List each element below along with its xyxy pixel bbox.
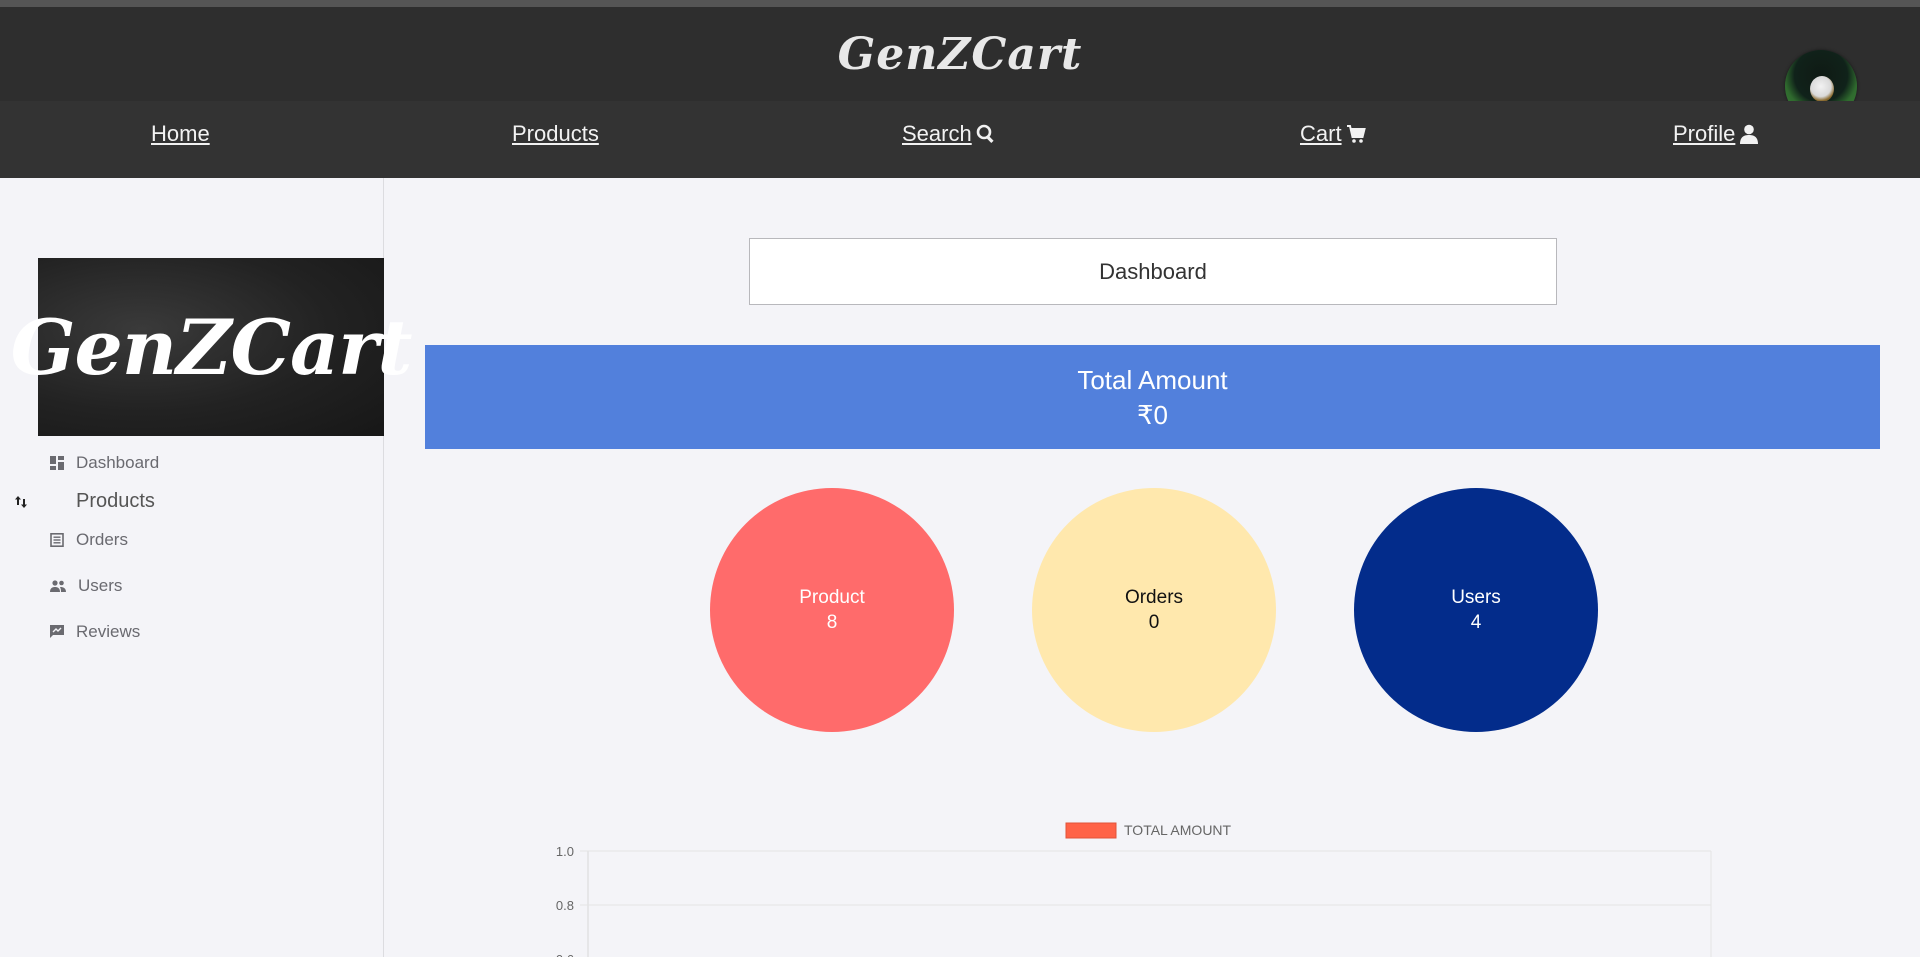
sort-arrows-icon — [15, 495, 27, 508]
stat-circle-orders[interactable]: Orders 0 — [1032, 488, 1276, 732]
orders-icon — [50, 533, 64, 547]
nav-home[interactable]: Home — [151, 121, 210, 147]
legend-swatch[interactable] — [1065, 822, 1117, 839]
avatar-image — [1810, 76, 1834, 102]
nav-home-label: Home — [151, 121, 210, 146]
stat-value: 4 — [1470, 612, 1482, 633]
nav-products[interactable]: Products — [512, 121, 599, 147]
sidebar-item-products[interactable]: Products — [14, 490, 155, 513]
total-amount-label: Total Amount — [1077, 365, 1228, 395]
legend-label[interactable]: TOTAL AMOUNT — [1124, 822, 1232, 838]
nav-cart-label: Cart — [1300, 121, 1342, 146]
cart-icon — [1346, 125, 1366, 143]
total-amount-card: Total Amount ₹0 — [425, 345, 1880, 449]
sidebar-logo-text: GenZCart — [10, 302, 413, 392]
site-header: GenZCart — [0, 7, 1920, 122]
sidebar-item-orders[interactable]: Orders — [50, 530, 128, 550]
stat-circle-products[interactable]: Product 8 — [710, 488, 954, 732]
sidebar-item-label: Products — [76, 490, 155, 512]
admin-sidebar: GenZCart Dashboard Products Orders Users… — [0, 178, 412, 957]
sidebar-item-users[interactable]: Users — [50, 576, 122, 596]
nav-search-label: Search — [902, 121, 972, 146]
users-icon — [50, 580, 66, 592]
page-title: Dashboard — [749, 238, 1557, 305]
sidebar-logo[interactable]: GenZCart — [11, 258, 412, 436]
sidebar-item-label: Users — [78, 576, 123, 595]
nav-products-label: Products — [512, 121, 599, 146]
stat-circle-users[interactable]: Users 4 — [1354, 488, 1598, 732]
user-icon — [1740, 124, 1759, 144]
dashboard-icon — [50, 456, 64, 470]
stat-label: Users — [1451, 587, 1501, 608]
nav-profile[interactable]: Profile — [1673, 121, 1759, 147]
sidebar-item-reviews[interactable]: Reviews — [50, 622, 140, 642]
chart-grid: 1.0 0.8 0.6 — [556, 844, 1712, 957]
window-top-border — [0, 0, 1920, 7]
site-brand[interactable]: GenZCart — [0, 29, 1920, 80]
stat-label: Product — [799, 587, 865, 608]
total-amount-value: ₹0 — [1136, 400, 1168, 430]
y-tick-label: 1.0 — [556, 844, 574, 859]
nav-search[interactable]: Search — [902, 121, 996, 147]
sidebar-item-dashboard[interactable]: Dashboard — [50, 453, 159, 473]
y-tick-label: 0.8 — [556, 898, 574, 913]
stat-label: Orders — [1124, 587, 1184, 608]
sidebar-item-label: Orders — [76, 530, 128, 549]
stat-value: 0 — [1148, 612, 1160, 633]
nav-profile-label: Profile — [1673, 121, 1736, 146]
stat-value: 8 — [826, 612, 838, 633]
y-tick-label: 0.6 — [556, 952, 574, 957]
chart-svg: TOTAL AMOUNT 1.0 0.8 0.6 — [556, 822, 1712, 957]
search-icon — [976, 124, 994, 143]
sidebar-item-label: Dashboard — [76, 453, 160, 472]
sidebar-item-label: Reviews — [76, 622, 141, 641]
reviews-icon — [50, 625, 64, 638]
main-nav: Home Products Search Cart Profile — [0, 101, 1920, 178]
total-amount-chart: TOTAL AMOUNT 1.0 0.8 0.6 — [500, 810, 1750, 957]
nav-cart[interactable]: Cart — [1300, 121, 1366, 147]
